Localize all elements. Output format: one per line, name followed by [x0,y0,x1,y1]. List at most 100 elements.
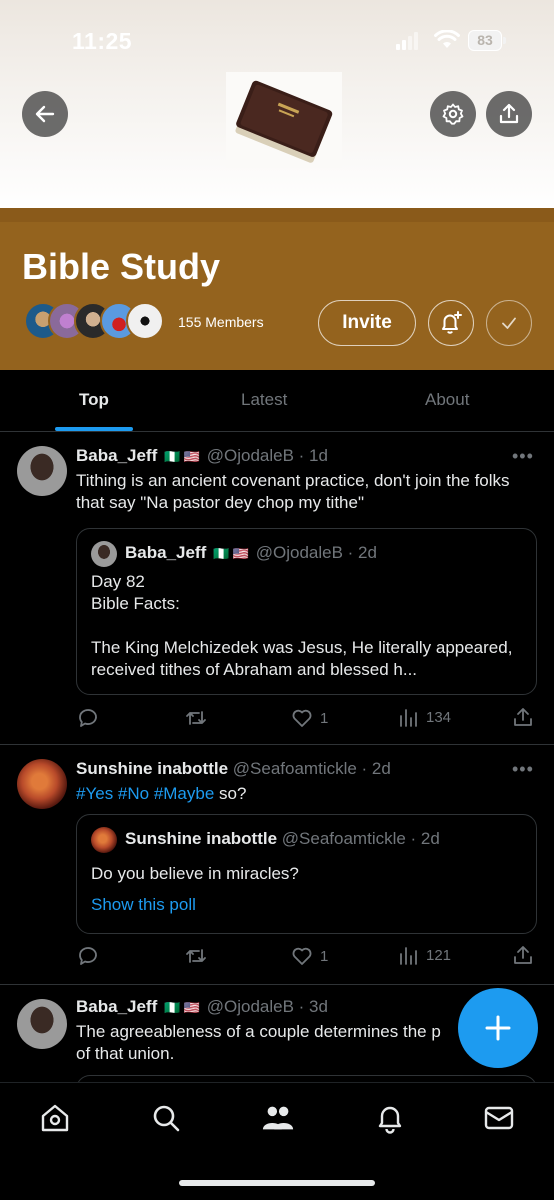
quoted-author-name: Baba_Jeff [125,543,207,562]
settings-button[interactable] [430,91,476,137]
share-button[interactable] [486,91,532,137]
quoted-post[interactable]: Baba_Jeff 🇳🇬 🇺🇸 @OjodaleB · 2d Day 82 Bi… [76,528,537,695]
share-post-button[interactable] [512,706,534,728]
retweet-button[interactable] [184,944,208,968]
members-count[interactable]: 155 Members [178,314,264,330]
quoted-avatar [91,541,117,567]
tab-latest[interactable]: Latest [241,390,287,410]
member-avatars[interactable] [24,302,164,342]
like-button[interactable]: 1 [290,944,328,968]
battery-indicator: 83 [468,30,506,51]
post-header: Sunshine inabottle @Seafoamtickle · 2d [76,759,391,779]
author-flags: 🇳🇬 🇺🇸 [164,1000,200,1015]
share-post-button[interactable] [512,944,534,966]
post-hashtags[interactable]: #Yes #No #Maybe [76,784,214,803]
active-tab-indicator [55,427,133,431]
quoted-avatar [91,827,117,853]
share-icon [514,708,532,726]
retweet-icon [186,949,206,963]
reply-button[interactable] [76,944,100,968]
nav-messages[interactable] [482,1101,516,1135]
quoted-post[interactable]: Sunshine inabottle @Seafoamtickle · 2d D… [76,814,537,934]
quoted-author-flags: 🇳🇬 🇺🇸 [213,546,249,561]
gear-icon [442,103,464,125]
reply-icon [79,947,97,965]
battery-level: 83 [477,32,493,48]
nav-notifications[interactable] [373,1101,407,1135]
post-text: The agreeableness of a couple determines… [76,1022,441,1041]
author-handle: @Seafoamtickle · 2d [232,759,391,778]
community-title: Bible Study [22,246,221,287]
quoted-header: Sunshine inabottle @Seafoamtickle · 2d [125,829,440,849]
views-icon [400,709,417,727]
community-header: Bible Study 155 Members Invite [0,208,554,370]
back-button[interactable] [22,91,68,137]
more-options-button[interactable]: ••• [512,446,534,467]
quoted-author-handle: @OjodaleB · 2d [255,543,377,562]
tab-about[interactable]: About [425,390,469,410]
quoted-author-handle: @Seafoamtickle · 2d [281,829,440,848]
retweet-icon [186,711,206,725]
mail-icon [484,1106,514,1130]
like-count: 1 [320,709,329,727]
quoted-header: Baba_Jeff 🇳🇬 🇺🇸 @OjodaleB · 2d [125,543,377,563]
status-bar: 11:25 83 [0,0,554,80]
nav-home[interactable] [38,1101,72,1135]
post-header: Baba_Jeff 🇳🇬 🇺🇸 @OjodaleB · 3d [76,997,328,1017]
more-options-button[interactable]: ••• [512,759,534,780]
heart-icon [292,947,312,965]
post-text-line2: of that union. [76,1044,175,1063]
compose-button[interactable] [458,988,538,1068]
author-name[interactable]: Baba_Jeff [76,446,157,465]
invite-button[interactable]: Invite [318,300,416,346]
post-text: #Yes #No #Maybe so? [76,783,516,805]
retweet-button[interactable] [184,706,208,730]
share-icon [499,103,519,124]
home-indicator[interactable] [179,1180,375,1186]
joined-button[interactable] [486,300,532,346]
author-name[interactable]: Baba_Jeff [76,997,157,1016]
post-text-tail: so? [214,784,247,803]
signal-icon [396,32,418,50]
post-item[interactable]: Sunshine inabottle @Seafoamtickle · 2d •… [0,745,554,985]
status-time: 11:25 [72,28,133,54]
bell-plus-icon [442,311,462,334]
wifi-icon [434,30,460,48]
show-poll-link[interactable]: Show this poll [91,895,196,915]
reply-button[interactable] [76,706,100,730]
view-count: 134 [426,708,452,726]
home-icon [41,1104,69,1132]
author-name[interactable]: Sunshine inabottle [76,759,228,778]
notifications-icon [378,1106,402,1134]
search-icon [153,1105,180,1132]
quoted-text-body: The King Melchizedek was Jesus, He liter… [91,638,513,679]
avatar[interactable] [17,759,67,809]
views-button[interactable]: 134 [398,706,451,728]
communities-icon [262,1106,294,1130]
like-count: 1 [320,947,329,965]
view-count: 121 [426,946,452,964]
post-actions: 1 134 [76,706,538,730]
post-header: Baba_Jeff 🇳🇬 🇺🇸 @OjodaleB · 1d [76,446,328,466]
avatar[interactable] [17,446,67,496]
views-icon [400,947,417,965]
nav-search[interactable] [149,1101,183,1135]
notify-button[interactable] [428,300,474,346]
nav-communities[interactable] [261,1101,295,1135]
avatar[interactable] [17,999,67,1049]
tab-bar: Top Latest About [0,370,554,432]
reply-icon [79,709,97,727]
post-item[interactable]: Baba_Jeff 🇳🇬 🇺🇸 @OjodaleB · 1d ••• Tithi… [0,432,554,745]
bible-image [226,72,342,168]
author-handle: @OjodaleB · 3d [206,997,328,1016]
plus-icon [485,1015,511,1041]
quoted-author-name: Sunshine inabottle [125,829,278,848]
post-text: Tithing is an ancient covenant practice,… [76,471,510,512]
heart-icon [292,709,312,727]
member-avatar [126,302,164,340]
views-button[interactable]: 121 [398,944,451,966]
tab-top[interactable]: Top [79,390,109,410]
like-button[interactable]: 1 [290,706,328,730]
quoted-text-line: Day 82 [91,572,145,591]
author-handle: @OjodaleB · 1d [206,446,328,465]
